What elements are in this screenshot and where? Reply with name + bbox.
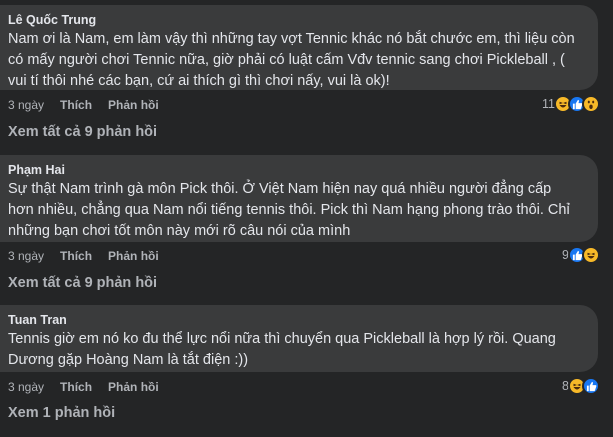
comment-timestamp[interactable]: 3 ngày xyxy=(8,380,44,394)
comment-bubble: Phạm Hai Sự thật Nam trình gà môn Pick t… xyxy=(0,155,598,242)
comment-actions: 3 ngày Thích Phản hồi xyxy=(8,98,159,112)
view-replies-link[interactable]: Xem 1 phản hồi xyxy=(8,405,115,421)
comment-actions: 3 ngày Thích Phản hồi xyxy=(8,380,159,394)
comment-text: Tennis giờ em nó ko đu thể lực nổi nữa t… xyxy=(8,331,556,368)
like-icon xyxy=(582,377,600,395)
comment-author[interactable]: Tuan Tran xyxy=(8,312,586,328)
like-button[interactable]: Thích xyxy=(60,98,92,112)
comment-timestamp[interactable]: 3 ngày xyxy=(8,98,44,112)
reply-button[interactable]: Phản hồi xyxy=(108,98,159,112)
view-replies-link[interactable]: Xem tất cả 9 phản hồi xyxy=(8,275,157,291)
like-button[interactable]: Thích xyxy=(60,249,92,263)
like-button[interactable]: Thích xyxy=(60,380,92,394)
reaction-summary[interactable]: 9 xyxy=(562,246,600,264)
comment-author[interactable]: Phạm Hai xyxy=(8,162,586,178)
comment-bubble: Lê Quốc Trung Nam ơi là Nam, em làm vậy … xyxy=(0,5,598,90)
comment-timestamp[interactable]: 3 ngày xyxy=(8,249,44,263)
comment-text: Sự thật Nam trình gà môn Pick thôi. Ở Vi… xyxy=(8,181,570,239)
view-replies-link[interactable]: Xem tất cả 9 phản hồi xyxy=(8,124,157,140)
comment-actions: 3 ngày Thích Phản hồi xyxy=(8,249,159,263)
wow-icon xyxy=(582,95,600,113)
reaction-summary[interactable]: 8 xyxy=(562,377,600,395)
reply-button[interactable]: Phản hồi xyxy=(108,380,159,394)
haha-icon xyxy=(582,246,600,264)
reaction-summary[interactable]: 11 xyxy=(542,95,600,113)
comment-author[interactable]: Lê Quốc Trung xyxy=(8,12,586,28)
comment-text: Nam ơi là Nam, em làm vậy thì những tay … xyxy=(8,31,575,89)
comment-bubble: Tuan Tran Tennis giờ em nó ko đu thể lực… xyxy=(0,305,598,372)
reply-button[interactable]: Phản hồi xyxy=(108,249,159,263)
